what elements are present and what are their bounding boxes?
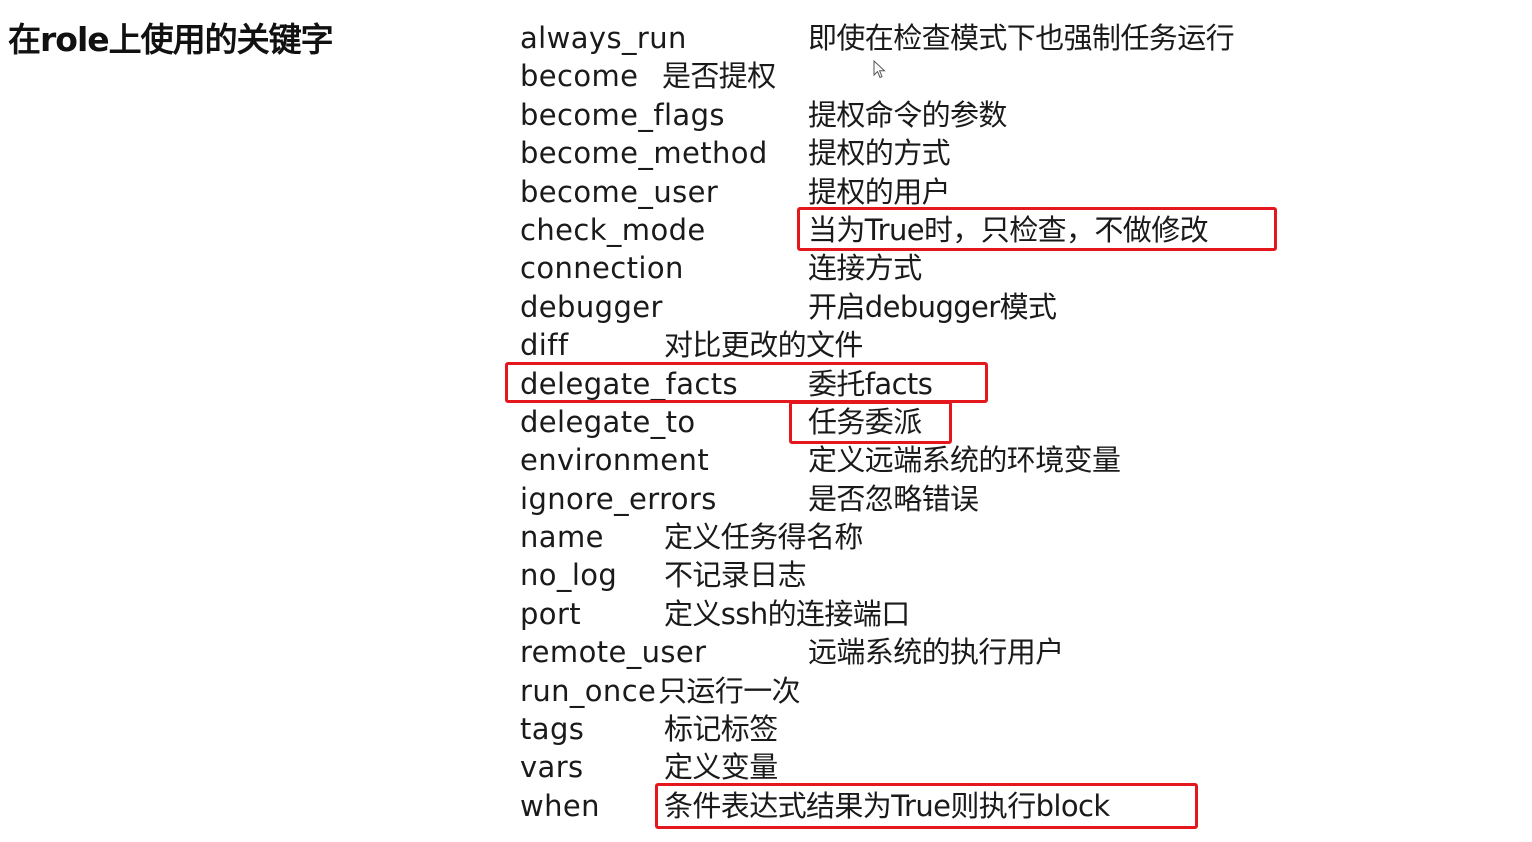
mouse-cursor-icon: [873, 60, 886, 79]
keyword-description: 只运行一次: [658, 673, 801, 708]
keyword-description: 提权的用户: [808, 174, 951, 209]
keyword-name: debugger: [520, 289, 663, 324]
keyword-name: when: [520, 788, 600, 823]
keyword-row: tags 标记标签: [520, 710, 1320, 748]
keyword-row: become_user 提权的用户: [520, 173, 1320, 211]
keyword-row: port 定义ssh的连接端口: [520, 595, 1320, 633]
keyword-name: diff: [520, 328, 569, 363]
keyword-description: 定义任务得名称: [664, 520, 863, 555]
keyword-name: ignore_errors: [520, 481, 717, 516]
keyword-description: 是否提权: [662, 59, 776, 94]
keyword-name: delegate_to: [520, 404, 696, 439]
keyword-row: name 定义任务得名称: [520, 518, 1320, 556]
keyword-description: 远端系统的执行用户: [808, 635, 1064, 670]
keyword-name: tags: [520, 712, 585, 747]
keyword-row: environment 定义远端系统的环境变量: [520, 441, 1320, 479]
keyword-name: port: [520, 596, 582, 631]
keyword-row: diff 对比更改的文件: [520, 326, 1320, 364]
keyword-name: check_mode: [520, 212, 706, 247]
keyword-description: 开启debugger模式: [808, 289, 1057, 324]
keyword-row: run_once 只运行一次: [520, 672, 1320, 710]
keyword-name: become_flags: [520, 97, 725, 132]
keyword-name: vars: [520, 750, 584, 785]
keyword-row: become 是否提权: [520, 57, 1320, 95]
highlight-box-delegate-facts: [505, 362, 988, 403]
keyword-description: 不记录日志: [664, 558, 807, 593]
keyword-description: 是否忽略错误: [808, 481, 979, 516]
highlight-box-check-mode: [797, 207, 1277, 251]
keyword-name: no_log: [520, 558, 618, 593]
keyword-row: become_method 提权的方式: [520, 134, 1320, 172]
keyword-name: name: [520, 520, 604, 555]
keyword-row: become_flags 提权命令的参数: [520, 96, 1320, 134]
keyword-row: vars 定义变量: [520, 748, 1320, 786]
keyword-description: 连接方式: [808, 251, 922, 286]
keyword-name: become: [520, 59, 639, 94]
slide: 在role上使用的关键字 always_run 即使在检查模式下也强制任务运行 …: [0, 0, 1532, 842]
slide-title: 在role上使用的关键字: [8, 20, 334, 59]
keyword-description: 定义变量: [664, 750, 778, 785]
keyword-description: 即使在检查模式下也强制任务运行: [808, 21, 1235, 55]
keyword-name: connection: [520, 251, 684, 286]
keyword-description: 提权的方式: [808, 136, 951, 171]
keyword-description: 定义远端系统的环境变量: [808, 443, 1121, 478]
keyword-row: remote_user 远端系统的执行用户: [520, 633, 1320, 671]
keyword-description: 定义ssh的连接端口: [664, 596, 910, 631]
keyword-row: ignore_errors 是否忽略错误: [520, 480, 1320, 518]
keyword-description: 标记标签: [664, 712, 778, 747]
keyword-description: 提权命令的参数: [808, 97, 1007, 132]
keyword-row: always_run 即使在检查模式下也强制任务运行: [520, 19, 1320, 57]
keyword-name: always_run: [520, 21, 687, 55]
keyword-name: become_user: [520, 174, 719, 209]
keyword-row: no_log 不记录日志: [520, 556, 1320, 594]
keyword-name: remote_user: [520, 635, 707, 670]
keyword-row: connection 连接方式: [520, 249, 1320, 287]
highlight-box-delegate-to: [789, 401, 952, 444]
keyword-row: debugger 开启debugger模式: [520, 288, 1320, 326]
keyword-description: 对比更改的文件: [664, 328, 863, 363]
keyword-name: become_method: [520, 136, 768, 171]
keyword-name: environment: [520, 443, 710, 478]
keyword-name: run_once: [520, 673, 657, 708]
highlight-box-when: [655, 783, 1198, 829]
